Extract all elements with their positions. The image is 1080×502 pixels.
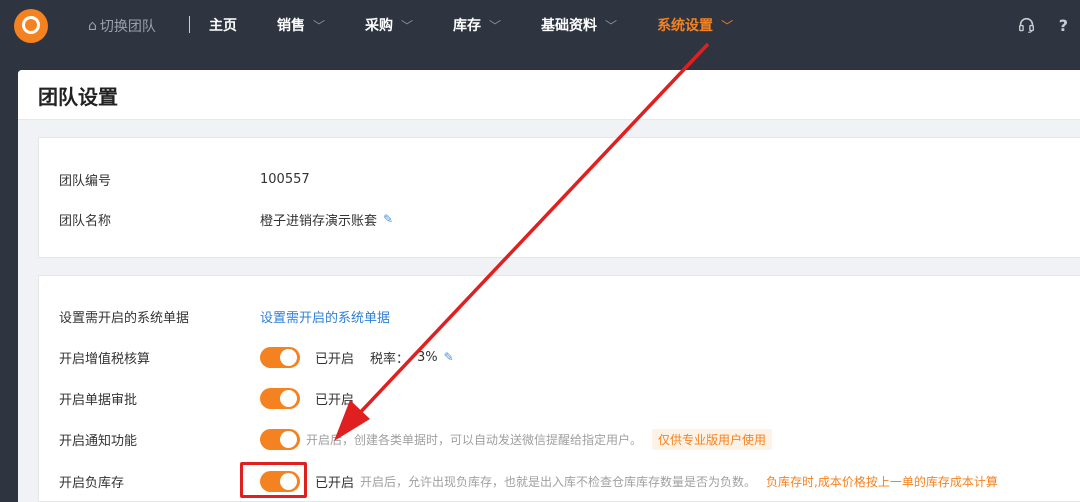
notify-value: 开启后，创建各类单据时，可以自动发送微信提醒给指定用户。 仅供专业版用户使用	[260, 428, 773, 450]
chevron-down-icon: ﹀	[721, 18, 734, 33]
team-info-panel: 团队编号 100557 团队名称 橙子进销存演示账套 ✎	[38, 137, 1080, 258]
nav-item-label: 基础资料	[541, 18, 598, 34]
negative-stock-row: 开启负库存 已开启 开启后，允许出现负库存，也就是出入库不检查仓库库存数量是否为…	[59, 466, 998, 496]
nav-item-home[interactable]: 主页	[209, 15, 237, 35]
edit-icon[interactable]: ✎	[444, 350, 454, 364]
vat-value: 已开启 税率： 3% ✎	[260, 346, 454, 368]
nav-item-sales[interactable]: 销售 ﹀	[277, 15, 325, 35]
team-switch-label: 切换团队	[99, 19, 156, 35]
doc-setting-row: 设置需开启的系统单据 设置需开启的系统单据	[59, 301, 390, 331]
nav-item-basic-data[interactable]: 基础资料 ﹀	[541, 15, 617, 35]
chevron-down-icon: ﹀	[489, 18, 502, 33]
nav-divider	[189, 16, 190, 33]
negative-stock-warning: 负库存时,成本价格按上一单的库存成本计算	[766, 474, 998, 489]
chevron-down-icon: ﹀	[401, 18, 414, 33]
nav-item-label: 采购	[365, 18, 394, 34]
vat-toggle[interactable]	[260, 346, 300, 368]
doc-setting-label: 设置需开启的系统单据	[59, 310, 190, 326]
negative-stock-status: 已开启	[315, 475, 355, 491]
notify-toggle[interactable]	[260, 428, 300, 450]
app-logo[interactable]	[14, 9, 48, 43]
team-number-value: 100557	[260, 171, 310, 187]
team-name-row: 团队名称 橙子进销存演示账套 ✎	[59, 204, 393, 234]
team-name-value-wrap: 橙子进销存演示账套 ✎	[260, 210, 393, 229]
negative-stock-value: 已开启 开启后，允许出现负库存，也就是出入库不检查仓库库存数量是否为负数。 负库…	[260, 470, 998, 492]
nav-item-label: 销售	[277, 18, 305, 34]
annotation-highlight-box	[240, 462, 307, 498]
page-title: 团队设置	[18, 70, 1080, 120]
notify-hint: 开启后，创建各类单据时，可以自动发送微信提醒给指定用户。	[306, 432, 643, 447]
vat-row: 开启增值税核算 已开启 税率： 3% ✎	[59, 342, 454, 372]
nav-item-label: 主页	[209, 18, 237, 34]
nav-item-system-settings[interactable]: 系统设置 ﹀	[657, 15, 733, 35]
home-icon: ⌂	[88, 18, 97, 34]
notify-row: 开启通知功能 开启后，创建各类单据时，可以自动发送微信提醒给指定用户。 仅供专业…	[59, 424, 773, 454]
team-switch[interactable]: ⌂ 切换团队	[88, 16, 156, 36]
chevron-down-icon: ﹀	[605, 18, 618, 33]
main-content: 团队设置 团队编号 100557 团队名称 橙子进销存演示账套 ✎ 设置需开启的…	[18, 70, 1080, 502]
team-name-value: 橙子进销存演示账套	[260, 213, 378, 229]
vat-status: 已开启	[315, 351, 355, 367]
nav-item-label: 库存	[453, 18, 482, 34]
negative-stock-hint: 开启后，允许出现负库存，也就是出入库不检查仓库库存数量是否为负数。	[360, 474, 757, 489]
headset-icon[interactable]	[1018, 17, 1035, 34]
top-right-tools: ?	[1018, 0, 1080, 50]
nav-item-label: 系统设置	[657, 18, 714, 34]
notify-label: 开启通知功能	[59, 433, 138, 449]
pro-only-badge: 仅供专业版用户使用	[652, 428, 773, 450]
settings-panel: 设置需开启的系统单据 设置需开启的系统单据 开启增值税核算 已开启 税率： 3%…	[38, 275, 1080, 502]
approval-status: 已开启	[315, 392, 355, 408]
approval-toggle[interactable]	[260, 387, 300, 409]
chevron-down-icon: ﹀	[313, 18, 326, 33]
negative-stock-label: 开启负库存	[59, 475, 125, 491]
team-number-label: 团队编号	[59, 173, 112, 189]
doc-setting-link[interactable]: 设置需开启的系统单据	[260, 307, 390, 326]
approval-label: 开启单据审批	[59, 392, 138, 408]
vat-label: 开启增值税核算	[59, 351, 151, 367]
team-name-label: 团队名称	[59, 213, 112, 229]
nav-item-inventory[interactable]: 库存 ﹀	[453, 15, 501, 35]
approval-value: 已开启	[260, 387, 355, 409]
top-navbar: ⌂ 切换团队 主页 销售 ﹀ 采购 ﹀ 库存 ﹀ 基础资料 ﹀ 系统设置 ﹀ ?	[0, 0, 1080, 50]
approval-row: 开启单据审批 已开启	[59, 383, 354, 413]
nav-item-purchase[interactable]: 采购 ﹀	[365, 15, 413, 35]
tax-rate-value: 3%	[417, 349, 438, 365]
help-icon[interactable]: ?	[1059, 16, 1068, 35]
team-number-row: 团队编号 100557	[59, 164, 310, 194]
tax-rate-label: 税率：	[370, 351, 410, 367]
edit-icon[interactable]: ✎	[383, 212, 393, 226]
main-nav: 主页 销售 ﹀ 采购 ﹀ 库存 ﹀ 基础资料 ﹀ 系统设置 ﹀	[209, 0, 773, 50]
